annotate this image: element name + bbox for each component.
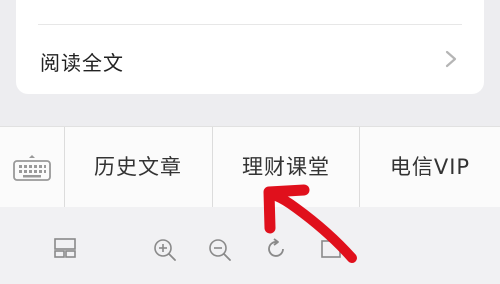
menu-item-finance-class[interactable]: 理财课堂 — [213, 127, 359, 207]
menu-item-telecom-vip[interactable]: 电信VIP — [360, 127, 500, 207]
window-icon[interactable] — [320, 237, 342, 259]
zoom-in-icon[interactable] — [152, 237, 178, 263]
refresh-icon[interactable] — [264, 237, 288, 261]
split-window-icon[interactable] — [53, 237, 77, 259]
read-full-text-row[interactable]: 阅读全文 — [16, 25, 484, 94]
read-full-text-label: 阅读全文 — [40, 51, 124, 75]
zoom-out-icon[interactable] — [207, 237, 233, 263]
keyboard-icon — [13, 155, 51, 181]
custom-menu-bar: 历史文章 理财课堂 电信VIP — [0, 126, 500, 207]
chevron-right-icon — [445, 50, 457, 68]
keyboard-toggle-button[interactable] — [0, 127, 64, 207]
article-area: 阅读全文 — [0, 0, 500, 126]
menu-item-history-articles[interactable]: 历史文章 — [65, 127, 211, 207]
article-card: 阅读全文 — [16, 0, 484, 94]
bottom-toolbar — [0, 207, 500, 284]
